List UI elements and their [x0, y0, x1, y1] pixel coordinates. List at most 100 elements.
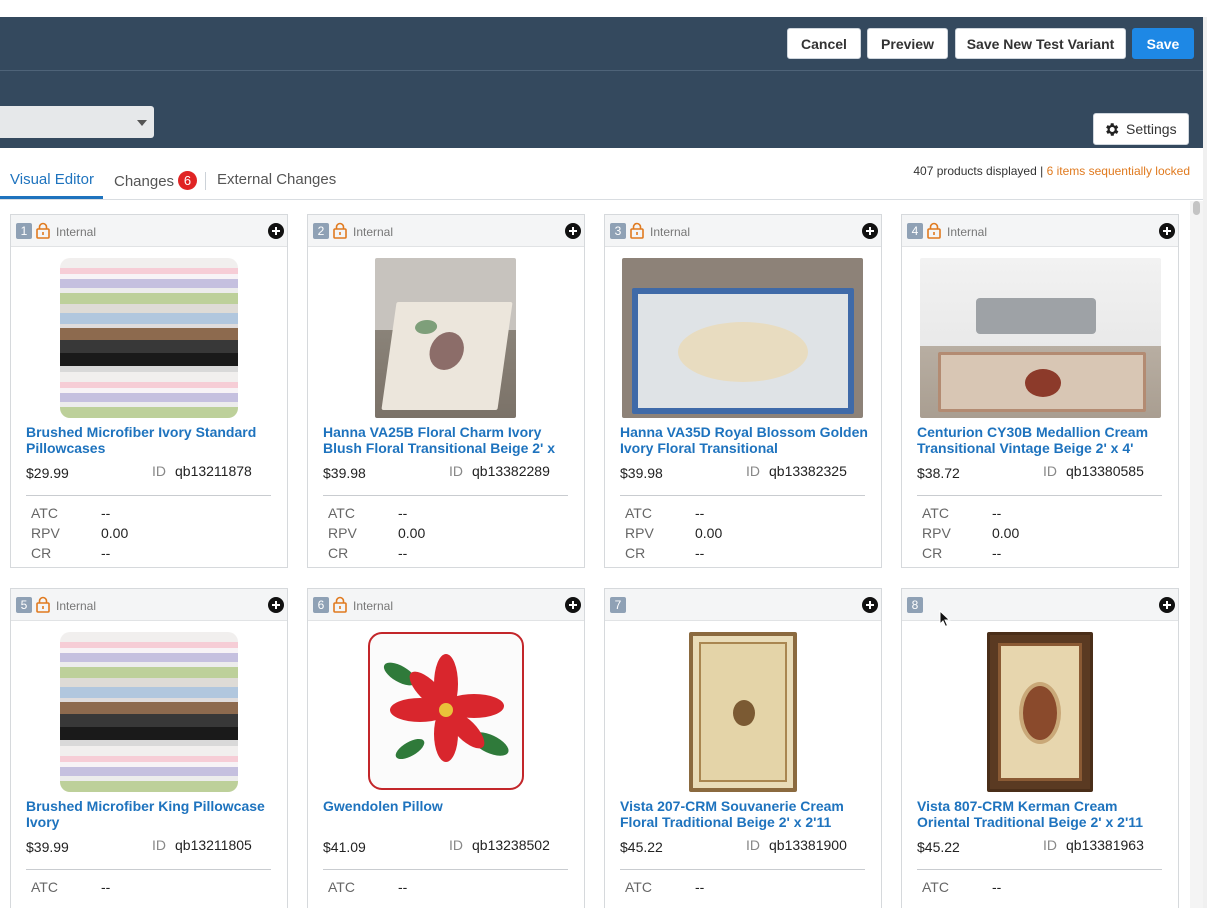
product-card[interactable]: 8 Vista 807-CRM Kerman Cream Oriental Tr…	[901, 588, 1179, 908]
product-card[interactable]: 5 Internal Brushed Microfiber King Pillo…	[10, 588, 288, 908]
product-title[interactable]: Vista 207-CRM Souvanerie Cream Floral Tr…	[620, 798, 870, 830]
editor-tabs: Visual Editor Changes 6 External Changes …	[0, 148, 1203, 200]
save-new-test-variant-button[interactable]: Save New Test Variant	[955, 28, 1126, 59]
product-id: qb13381963	[1066, 837, 1144, 853]
preview-button[interactable]: Preview	[867, 28, 948, 59]
active-tab-indicator	[0, 196, 103, 199]
product-image[interactable]	[375, 258, 516, 418]
card-header: 7	[605, 589, 881, 621]
internal-tag: Internal	[947, 225, 988, 239]
product-card[interactable]: 4 Internal Centurion CY30B Medallion Cre…	[901, 214, 1179, 568]
atc-value: --	[695, 879, 705, 895]
product-id: qb13382325	[769, 463, 847, 479]
atc-value: --	[992, 505, 1002, 521]
product-card[interactable]: 7 Vista 207-CRM Souvanerie Cream Floral …	[604, 588, 882, 908]
caret-down-icon	[137, 120, 147, 126]
rug-field	[998, 643, 1082, 781]
internal-tag: Internal	[650, 225, 691, 239]
rug-shape	[632, 288, 854, 414]
settings-label: Settings	[1126, 121, 1177, 137]
cancel-button[interactable]: Cancel	[787, 28, 861, 59]
plus-circle-icon[interactable]	[565, 597, 581, 613]
position-badge: 5	[16, 597, 32, 613]
plus-circle-icon[interactable]	[1159, 597, 1175, 613]
plus-circle-icon[interactable]	[268, 223, 284, 239]
save-button[interactable]: Save	[1132, 28, 1194, 59]
plus-circle-icon[interactable]	[862, 597, 878, 613]
medallion-motif	[1025, 369, 1061, 397]
atc-value: --	[992, 879, 1002, 895]
product-id: qb13382289	[472, 463, 550, 479]
product-card[interactable]: 6 Internal Gwendolen Pillow $41.09 ID qb…	[307, 588, 585, 908]
product-title[interactable]: Brushed Microfiber King Pillowcase Ivory	[26, 798, 276, 830]
product-card[interactable]: 2 Internal Hanna VA25B Floral Charm Ivor…	[307, 214, 585, 568]
product-title[interactable]: Hanna VA25B Floral Charm Ivory Blush Flo…	[323, 424, 573, 456]
lock-icon[interactable]	[333, 596, 347, 613]
lock-icon[interactable]	[333, 222, 347, 239]
lock-icon[interactable]	[927, 222, 941, 239]
product-title[interactable]: Hanna VA35D Royal Blossom Golden Ivory F…	[620, 424, 870, 456]
atc-label: ATC	[922, 505, 949, 521]
plus-circle-icon[interactable]	[268, 597, 284, 613]
product-title[interactable]: Centurion CY30B Medallion Cream Transiti…	[917, 424, 1167, 456]
id-label: ID	[746, 463, 760, 479]
internal-tag: Internal	[56, 599, 97, 613]
id-label: ID	[152, 463, 166, 479]
plus-circle-icon[interactable]	[1159, 223, 1175, 239]
product-image[interactable]	[60, 258, 238, 418]
atc-label: ATC	[31, 505, 58, 521]
card-header: 4 Internal	[902, 215, 1178, 247]
tab-external-changes[interactable]: External Changes	[217, 171, 336, 188]
product-title[interactable]: Brushed Microfiber Ivory Standard Pillow…	[26, 424, 276, 456]
grid-scrollbar[interactable]	[1190, 201, 1203, 908]
product-card[interactable]: 1 Internal Brushed Microfiber Ivory Stan…	[10, 214, 288, 568]
tab-visual-editor[interactable]: Visual Editor	[10, 171, 94, 188]
product-image[interactable]	[368, 632, 524, 790]
atc-label: ATC	[328, 879, 355, 895]
card-divider	[26, 869, 271, 870]
product-id: qb13238502	[472, 837, 550, 853]
internal-tag: Internal	[56, 225, 97, 239]
cr-value: --	[101, 545, 111, 561]
sequentially-locked-link[interactable]: 6 items sequentially locked	[1047, 164, 1190, 178]
product-image[interactable]	[987, 632, 1093, 792]
card-divider	[26, 495, 271, 496]
rpv-value: 0.00	[398, 525, 426, 541]
mouse-cursor-icon	[939, 610, 951, 628]
rpv-value: 0.00	[101, 525, 129, 541]
product-card[interactable]: 3 Internal Hanna VA35D Royal Blossom Gol…	[604, 214, 882, 568]
category-select[interactable]	[0, 106, 154, 138]
plus-circle-icon[interactable]	[565, 223, 581, 239]
product-image[interactable]	[689, 632, 797, 792]
lock-icon[interactable]	[36, 222, 50, 239]
scrollbar-thumb[interactable]	[1193, 201, 1200, 215]
card-divider	[323, 869, 568, 870]
tab-changes[interactable]: Changes 6	[114, 171, 198, 190]
product-title[interactable]: Vista 807-CRM Kerman Cream Oriental Trad…	[917, 798, 1167, 830]
plus-circle-icon[interactable]	[862, 223, 878, 239]
position-badge: 2	[313, 223, 329, 239]
settings-button[interactable]: Settings	[1093, 113, 1189, 145]
id-label: ID	[1043, 463, 1057, 479]
product-image[interactable]	[60, 632, 238, 792]
card-divider	[323, 495, 568, 496]
card-header: 1 Internal	[11, 215, 287, 247]
product-price: $39.98	[620, 465, 663, 481]
product-image[interactable]	[622, 258, 863, 418]
rpv-value: 0.00	[992, 525, 1020, 541]
rpv-label: RPV	[625, 525, 654, 541]
card-divider	[917, 869, 1162, 870]
tab-changes-label: Changes	[114, 173, 175, 190]
product-image[interactable]	[920, 258, 1161, 418]
lock-icon[interactable]	[630, 222, 644, 239]
product-title[interactable]: Gwendolen Pillow	[323, 798, 573, 830]
window-edge	[1203, 17, 1207, 908]
card-divider	[917, 495, 1162, 496]
rug-shape	[938, 352, 1146, 412]
lock-icon[interactable]	[36, 596, 50, 613]
product-price: $41.09	[323, 839, 366, 855]
position-badge: 4	[907, 223, 923, 239]
internal-tag: Internal	[353, 599, 394, 613]
position-badge: 1	[16, 223, 32, 239]
atc-value: --	[101, 879, 111, 895]
